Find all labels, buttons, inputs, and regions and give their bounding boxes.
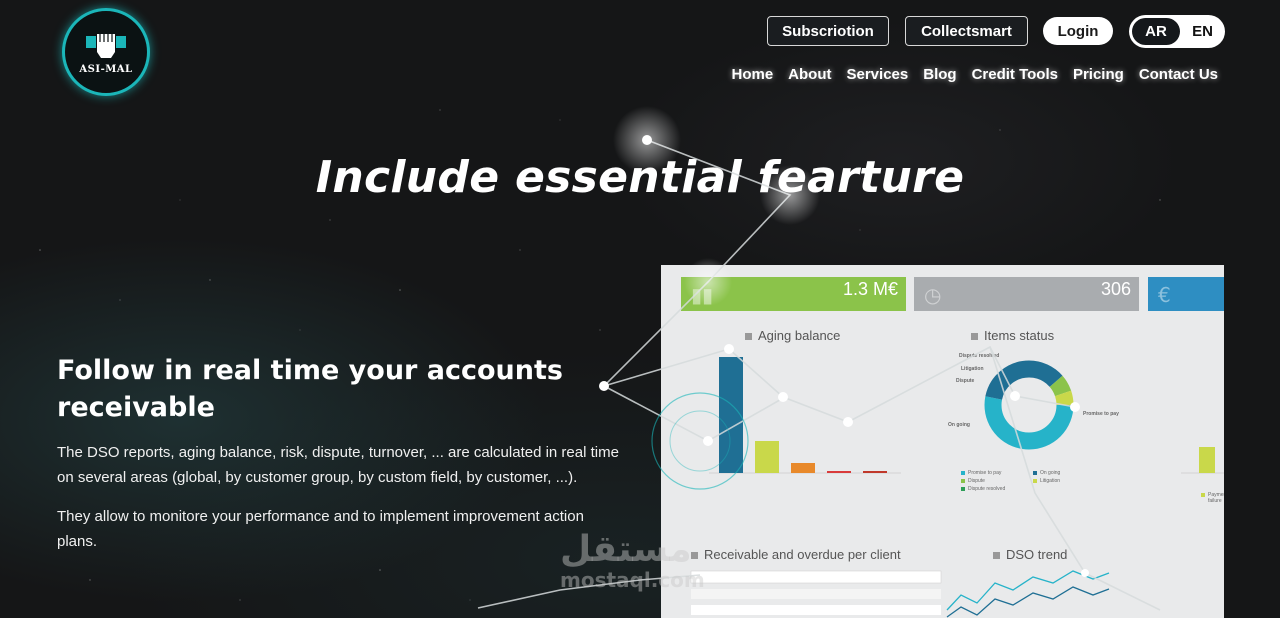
watermark-latin: mostaql.com <box>560 568 705 592</box>
watermark: مستقل mostaql.com <box>560 529 705 592</box>
watermark-arabic: مستقل <box>560 529 692 570</box>
network-overlay <box>477 106 1161 611</box>
